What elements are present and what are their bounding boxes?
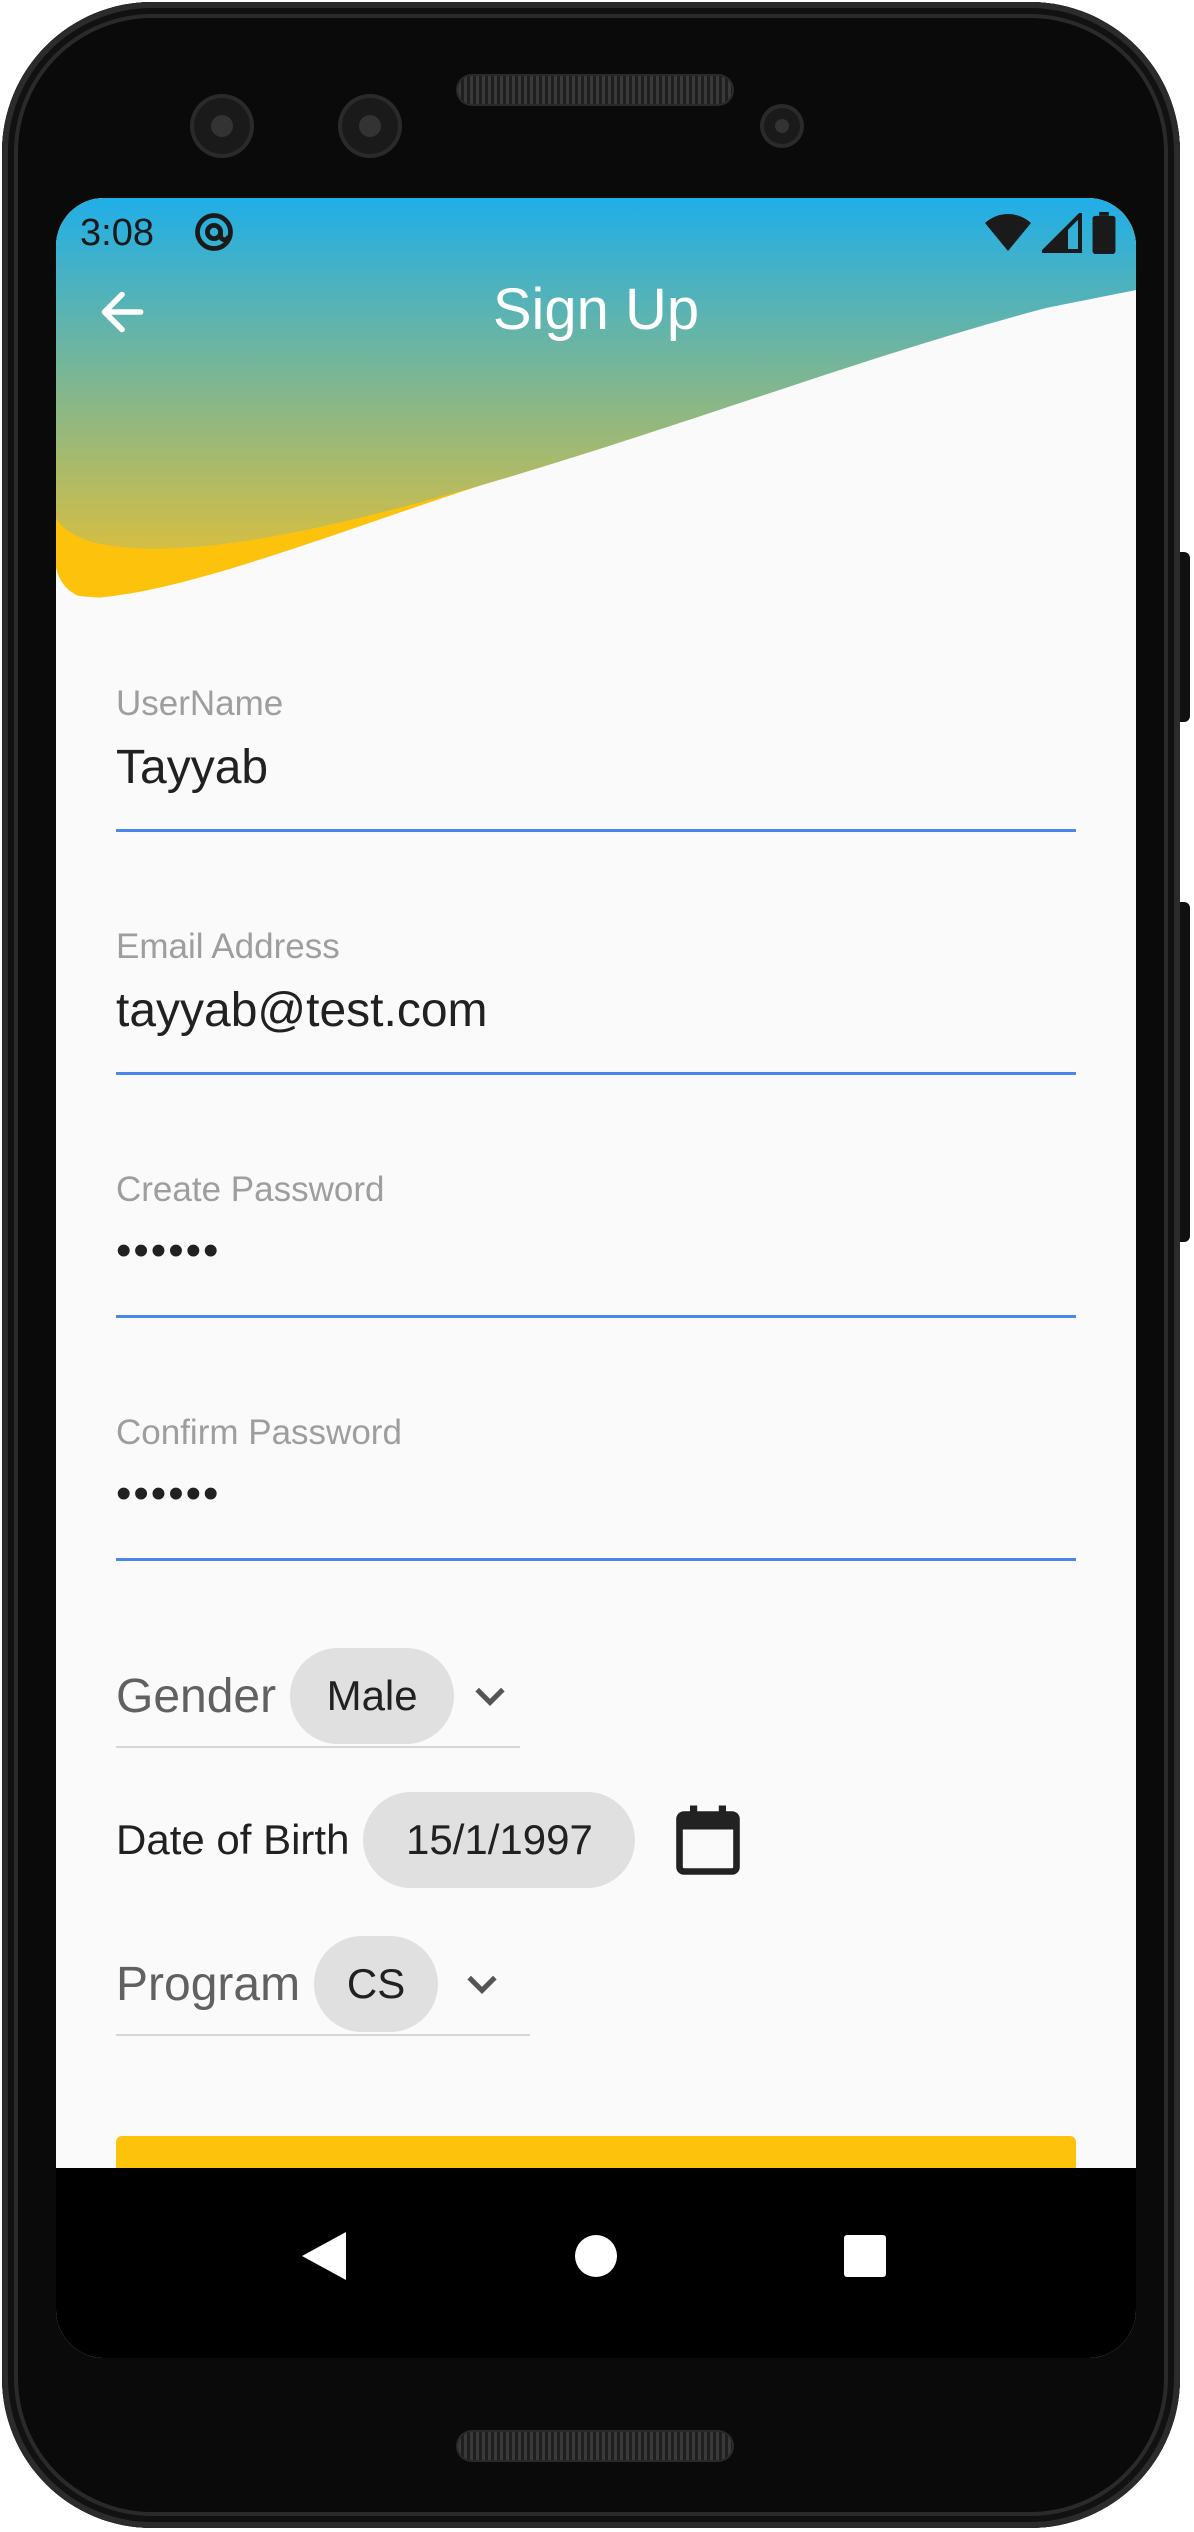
phone-frame: 3:08 Sign Up UserName Tayyab Email Addre… <box>2 2 1190 2528</box>
program-value-chip[interactable]: CS <box>314 1936 439 2032</box>
status-time: 3:08 <box>80 212 154 254</box>
chevron-down-icon[interactable] <box>460 1962 504 2006</box>
username-input[interactable]: Tayyab <box>116 740 268 795</box>
create-password-field[interactable]: Create Password •••••• <box>116 1170 1076 1320</box>
wifi-icon <box>984 213 1032 258</box>
app-bar: Sign Up <box>56 258 1136 368</box>
program-dropdown-underline <box>116 2034 530 2036</box>
date-of-birth-chip[interactable]: 15/1/1997 <box>363 1792 636 1888</box>
system-navigation-bar <box>56 2168 1136 2358</box>
username-label: UserName <box>116 684 284 723</box>
gender-value-chip[interactable]: Male <box>290 1648 455 1744</box>
gender-label: Gender <box>116 1669 277 1723</box>
date-of-birth-row: Date of Birth 15/1/1997 <box>116 1792 741 1888</box>
home-circle-icon[interactable] <box>573 2228 619 2289</box>
app-screen: 3:08 Sign Up UserName Tayyab Email Addre… <box>56 198 1136 2358</box>
confirm-password-field[interactable]: Confirm Password •••••• <box>116 1413 1076 1563</box>
recents-square-icon[interactable] <box>842 2228 888 2289</box>
earpiece-speaker <box>458 76 732 104</box>
confirm-password-label: Confirm Password <box>116 1413 402 1452</box>
create-password-label: Create Password <box>116 1170 385 1209</box>
date-of-birth-label: Date of Birth <box>116 1816 350 1863</box>
create-password-input[interactable]: •••••• <box>116 1226 220 1276</box>
create-password-underline <box>116 1315 1076 1318</box>
email-input[interactable]: tayyab@test.com <box>116 983 488 1038</box>
at-sign-icon <box>192 210 236 259</box>
gender-dropdown[interactable]: Gender Male <box>116 1648 512 1744</box>
program-dropdown[interactable]: Program CS <box>116 1936 504 2032</box>
back-triangle-icon[interactable] <box>298 2228 348 2289</box>
confirm-password-input[interactable]: •••••• <box>116 1469 220 1519</box>
program-label: Program <box>116 1957 301 2011</box>
chevron-down-icon[interactable] <box>468 1674 512 1718</box>
confirm-password-underline <box>116 1558 1076 1561</box>
signal-icon <box>1039 210 1082 258</box>
username-field[interactable]: UserName Tayyab <box>116 684 1076 834</box>
volume-button <box>1180 902 1190 1242</box>
power-button <box>1180 552 1190 722</box>
username-underline <box>116 829 1076 832</box>
calendar-icon[interactable] <box>675 1804 741 1876</box>
battery-icon <box>1092 212 1116 259</box>
email-field[interactable]: Email Address tayyab@test.com <box>116 927 1076 1077</box>
proximity-sensor <box>764 108 800 144</box>
page-title: Sign Up <box>492 277 700 342</box>
status-icons <box>984 210 1116 259</box>
front-camera-right <box>342 98 398 154</box>
email-label: Email Address <box>116 927 340 966</box>
front-camera-left <box>194 98 250 154</box>
gender-dropdown-underline <box>116 1746 520 1748</box>
bottom-speaker <box>458 2432 732 2460</box>
email-underline <box>116 1072 1076 1075</box>
